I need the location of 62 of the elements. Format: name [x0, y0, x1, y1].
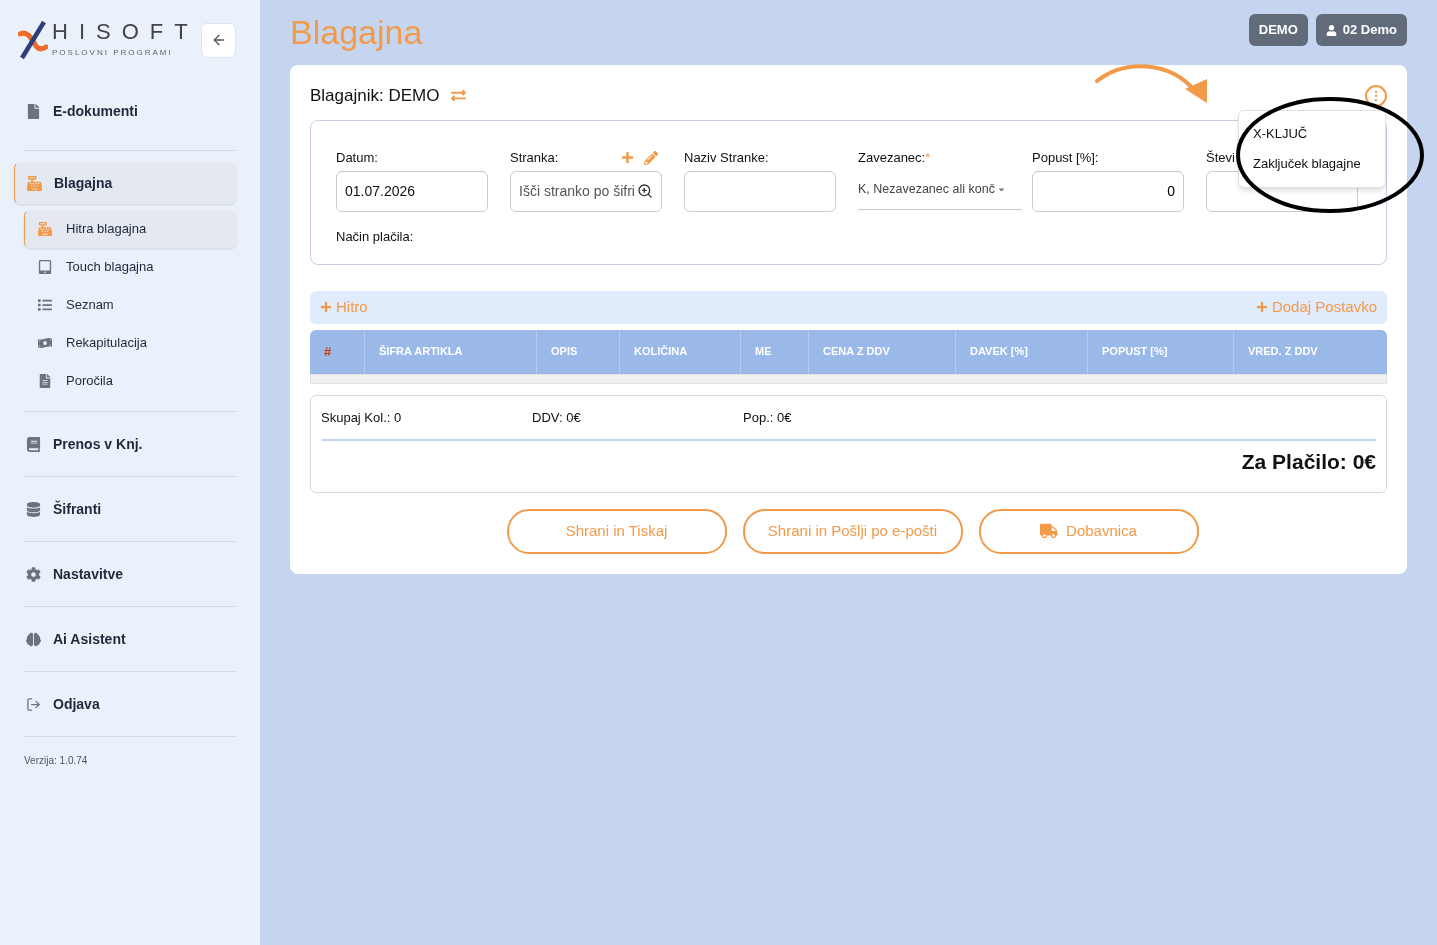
- money-icon: [38, 336, 52, 350]
- field-label: Števi: [1206, 148, 1235, 167]
- company-badge[interactable]: DEMO: [1248, 14, 1308, 46]
- page-title: Blagajna: [290, 12, 423, 53]
- field-label: Datum:: [336, 148, 378, 167]
- nav-item[interactable]: Šifranti: [24, 488, 236, 530]
- field-label: Stranka:: [510, 148, 559, 167]
- user-icon: [1325, 24, 1337, 36]
- search-icon: [637, 183, 653, 199]
- payment-label: Način plačila:: [336, 228, 414, 244]
- plus-icon: [1255, 301, 1268, 313]
- database-icon: [26, 501, 41, 517]
- nav-item[interactable]: Prenos v Knj.: [24, 423, 236, 465]
- logo-name: HISOFT: [52, 21, 199, 43]
- summary-value: Pop.: 0€: [743, 408, 793, 427]
- nav-subitem[interactable]: Rekapitulacija: [24, 324, 236, 362]
- logo-icon: [18, 20, 48, 60]
- nav-item[interactable]: Blagajna: [14, 162, 236, 204]
- summary-value: DDV: 0€: [532, 408, 582, 427]
- nav-subitem[interactable]: Touch blagajna: [24, 248, 236, 286]
- nav-subitem[interactable]: Seznam: [24, 286, 236, 324]
- list-icon: [38, 298, 52, 312]
- user-badge[interactable]: 02 Demo: [1315, 14, 1407, 46]
- tablet-icon: [38, 260, 52, 274]
- nav-item[interactable]: Odjava: [24, 683, 236, 725]
- collapse-button[interactable]: [201, 22, 236, 58]
- summary-value: Skupaj Kol.: 0: [321, 408, 403, 427]
- menu-item[interactable]: X-KLJUČ: [1239, 119, 1385, 149]
- cash-register-icon: [27, 175, 42, 191]
- nav-subitem[interactable]: Hitra blagajna: [24, 210, 236, 248]
- document-icon: [38, 374, 52, 388]
- menu-item[interactable]: Zaključek blagajne: [1239, 149, 1385, 179]
- number-field[interactable]: 0: [1032, 170, 1184, 212]
- edit-icon[interactable]: [644, 150, 658, 165]
- plus-icon: [320, 301, 332, 313]
- search-field[interactable]: Išči stranko po šifri: [510, 170, 662, 212]
- scrollbar[interactable]: [310, 373, 1387, 384]
- more-button[interactable]: [1365, 84, 1387, 107]
- field-label: Popust [%]:: [1032, 148, 1099, 167]
- logo-tagline: POSLOVNI PROGRAMI: [52, 47, 174, 59]
- nav-item[interactable]: Ai Asistent: [24, 618, 236, 660]
- nav-item[interactable]: E-dokumenti: [24, 90, 236, 132]
- truck-icon: [1040, 523, 1059, 539]
- caret-icon: [996, 185, 1006, 194]
- nav-item[interactable]: Nastavitve: [24, 553, 236, 595]
- logout-icon: [26, 696, 41, 712]
- book-icon: [26, 436, 41, 452]
- total-amount: Za Plačilo: 0€: [1241, 449, 1376, 475]
- nav-subitem[interactable]: Poročila: [24, 362, 236, 400]
- swap-icon[interactable]: [451, 88, 467, 104]
- add-icon[interactable]: [621, 150, 634, 164]
- settings-icon: [26, 566, 41, 582]
- cashier-label: Blagajnik: DEMO: [310, 85, 440, 107]
- cash-register-icon: [38, 222, 52, 236]
- select-field[interactable]: K, Nezavezanec ali konč: [858, 170, 1022, 210]
- brain-icon: [26, 631, 41, 647]
- text-field[interactable]: [684, 170, 836, 212]
- field-label: Naziv Stranke:: [684, 148, 769, 167]
- file-icon: [26, 103, 41, 119]
- version-text: Verzija: 1.0.74: [24, 755, 88, 766]
- text-field[interactable]: 01.07.2026: [336, 170, 488, 212]
- field-label: Zavezanec:*: [858, 148, 931, 167]
